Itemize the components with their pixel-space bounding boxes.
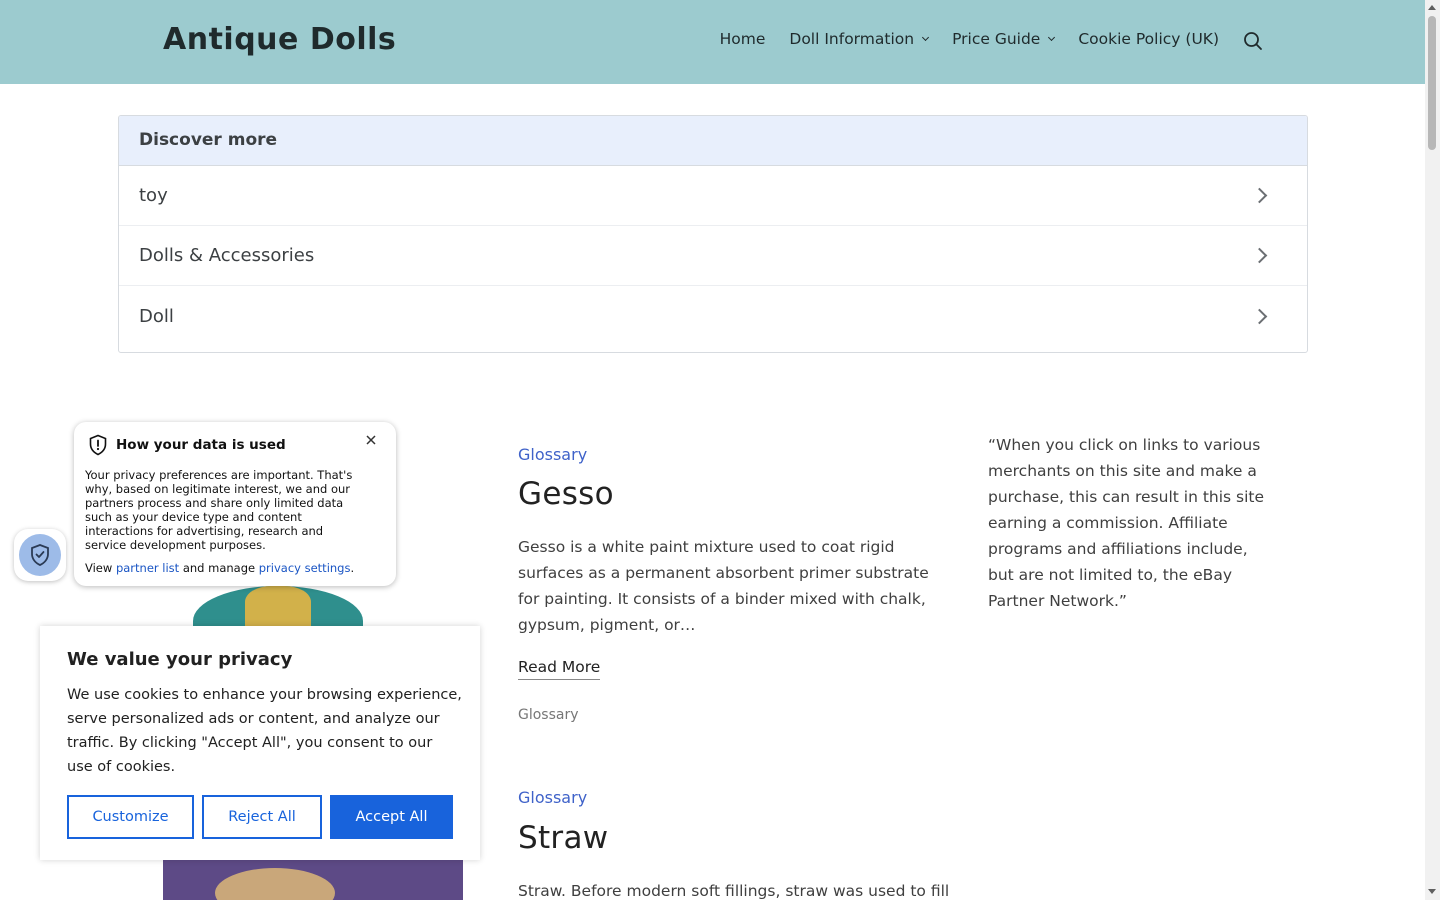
- data-popup-body: Your privacy preferences are important. …: [85, 468, 353, 552]
- links-suffix: .: [350, 561, 355, 575]
- reject-all-button[interactable]: Reject All: [202, 795, 322, 839]
- privacy-shield-button[interactable]: [14, 529, 66, 581]
- discover-item-label: toy: [139, 185, 168, 206]
- nav-item-label: Price Guide: [952, 30, 1041, 48]
- close-icon[interactable]: [364, 433, 378, 447]
- discover-more-box: Discover more toy Dolls & Accessories Do…: [118, 115, 1308, 353]
- shield-icon: [31, 544, 49, 566]
- cookie-consent-banner: We value your privacy We use cookies to …: [40, 626, 480, 860]
- discover-item-label: Doll: [139, 305, 174, 327]
- nav-item-label: Cookie Policy (UK): [1078, 30, 1219, 48]
- nav-item-cookie-policy[interactable]: Cookie Policy (UK): [1078, 30, 1219, 48]
- links-middle: and manage: [179, 561, 259, 575]
- nav-item-label: Doll Information: [789, 30, 915, 48]
- links-prefix: View: [85, 561, 116, 575]
- nav-item-price-guide[interactable]: Price Guide: [952, 30, 1056, 48]
- nav-item-label: Home: [719, 30, 766, 48]
- post-thumbnail-straw[interactable]: [163, 860, 463, 900]
- chevron-right-icon: [1251, 247, 1268, 264]
- data-usage-popup: How your data is used Your privacy prefe…: [74, 422, 396, 586]
- chevron-down-icon: [922, 33, 930, 42]
- doll-collar-shape: [245, 586, 311, 626]
- post-title[interactable]: Gesso: [518, 476, 614, 512]
- scroll-up-arrow[interactable]: [1428, 5, 1436, 10]
- main-nav: Home Doll Information Price Guide Cookie…: [696, 30, 1219, 48]
- post-excerpt: Gesso is a white paint mixture used to c…: [518, 538, 929, 634]
- accept-all-button[interactable]: Accept All: [330, 795, 453, 839]
- post-category-link[interactable]: Glossary: [518, 788, 587, 807]
- chevron-down-icon: [1048, 33, 1056, 42]
- read-more-link[interactable]: Read More: [518, 658, 601, 680]
- discover-more-heading: Discover more: [119, 116, 1307, 166]
- cookie-banner-text: We use cookies to enhance your browsing …: [67, 687, 462, 775]
- discover-item-doll[interactable]: Doll: [119, 286, 1307, 346]
- customize-button[interactable]: Customize: [67, 795, 194, 839]
- post-tag-link[interactable]: Glossary: [518, 707, 579, 723]
- search-icon: [1244, 32, 1262, 50]
- shield-badge-circle: [19, 534, 61, 576]
- scroll-thumb[interactable]: [1428, 16, 1436, 150]
- post-thumbnail-gesso[interactable]: [163, 586, 463, 626]
- partner-list-link[interactable]: partner list: [116, 561, 179, 575]
- data-popup-links: View partner list and manage privacy set…: [85, 561, 354, 575]
- affiliate-disclosure: “When you click on links to various merc…: [988, 436, 1265, 610]
- site-header: Antique Dolls Home Doll Information Pric…: [0, 0, 1425, 84]
- discover-item-dolls-accessories[interactable]: Dolls & Accessories: [119, 226, 1307, 286]
- page-scrollbar[interactable]: [1425, 0, 1440, 900]
- post-category-link[interactable]: Glossary: [518, 445, 587, 464]
- post-excerpt: Straw. Before modern soft fillings, stra…: [518, 882, 950, 900]
- privacy-settings-link[interactable]: privacy settings: [259, 561, 351, 575]
- chevron-right-icon: [1251, 308, 1268, 324]
- search-button[interactable]: [1243, 31, 1263, 51]
- discover-item-toy[interactable]: toy: [119, 166, 1307, 226]
- straw-hat-shape: [215, 868, 335, 900]
- cookie-banner-title: We value your privacy: [67, 649, 293, 670]
- scroll-down-arrow[interactable]: [1428, 889, 1436, 894]
- nav-item-doll-information[interactable]: Doll Information: [789, 30, 930, 48]
- shield-icon: [89, 434, 107, 456]
- chevron-right-icon: [1251, 187, 1268, 204]
- discover-item-label: Dolls & Accessories: [139, 245, 315, 266]
- post-title[interactable]: Straw: [518, 820, 608, 856]
- data-popup-title: How your data is used: [116, 437, 286, 453]
- nav-item-home[interactable]: Home: [720, 30, 766, 48]
- site-title[interactable]: Antique Dolls: [163, 22, 396, 57]
